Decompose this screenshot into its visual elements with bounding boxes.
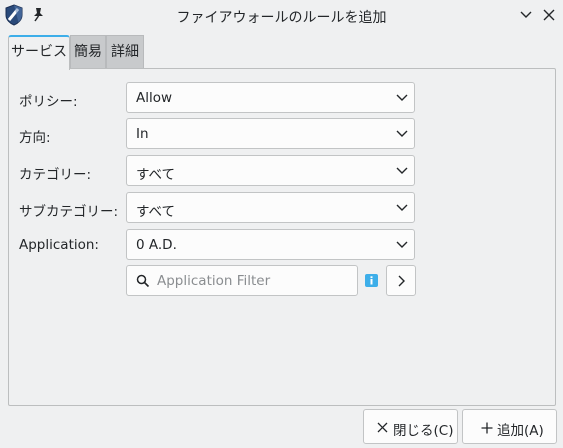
policy-value: Allow [136,90,173,106]
close-icon[interactable] [542,8,556,22]
policy-label: ポリシー: [19,94,78,110]
window-title: ファイアウォールのルールを追加 [176,10,387,26]
chevron-down-icon [396,241,408,248]
chevron-down-icon[interactable] [519,8,533,22]
chevron-down-icon [396,94,408,101]
close-icon [377,422,388,433]
direction-value: In [136,126,149,142]
subcategory-value: すべて [136,204,176,220]
close-button[interactable]: 閉じる(C) [363,409,458,444]
subcategory-combobox[interactable]: すべて [126,192,415,223]
chevron-right-icon [398,275,405,287]
add-button[interactable]: 追加(A) [462,409,557,444]
direction-label: 方向: [19,130,51,146]
next-button[interactable] [386,265,416,296]
chevron-down-icon [396,167,408,174]
chevron-down-icon [396,130,408,137]
tab-simple[interactable]: 簡易 [70,35,106,68]
search-icon [136,274,150,288]
category-combobox[interactable]: すべて [126,155,415,186]
title-bar: ファイアウォールのルールを追加 [0,0,563,32]
category-label: カテゴリー: [19,167,92,183]
close-button-label: 閉じる(C) [393,423,454,439]
info-icon[interactable] [365,274,378,287]
policy-combobox[interactable]: Allow [126,82,415,113]
application-combobox[interactable]: 0 A.D. [126,229,415,260]
chevron-down-icon [396,204,408,211]
subcategory-label: サブカテゴリー: [19,204,119,220]
tab-service[interactable]: サービス [8,35,70,70]
category-value: すべて [136,167,176,183]
application-filter-input[interactable]: Application Filter [126,265,358,296]
add-button-label: 追加(A) [497,423,544,439]
plus-icon [481,422,493,434]
direction-combobox[interactable]: In [126,118,415,149]
filter-placeholder: Application Filter [157,273,271,289]
application-label: Application: [19,237,99,253]
application-value: 0 A.D. [136,237,177,253]
tab-advanced[interactable]: 詳細 [106,35,144,68]
